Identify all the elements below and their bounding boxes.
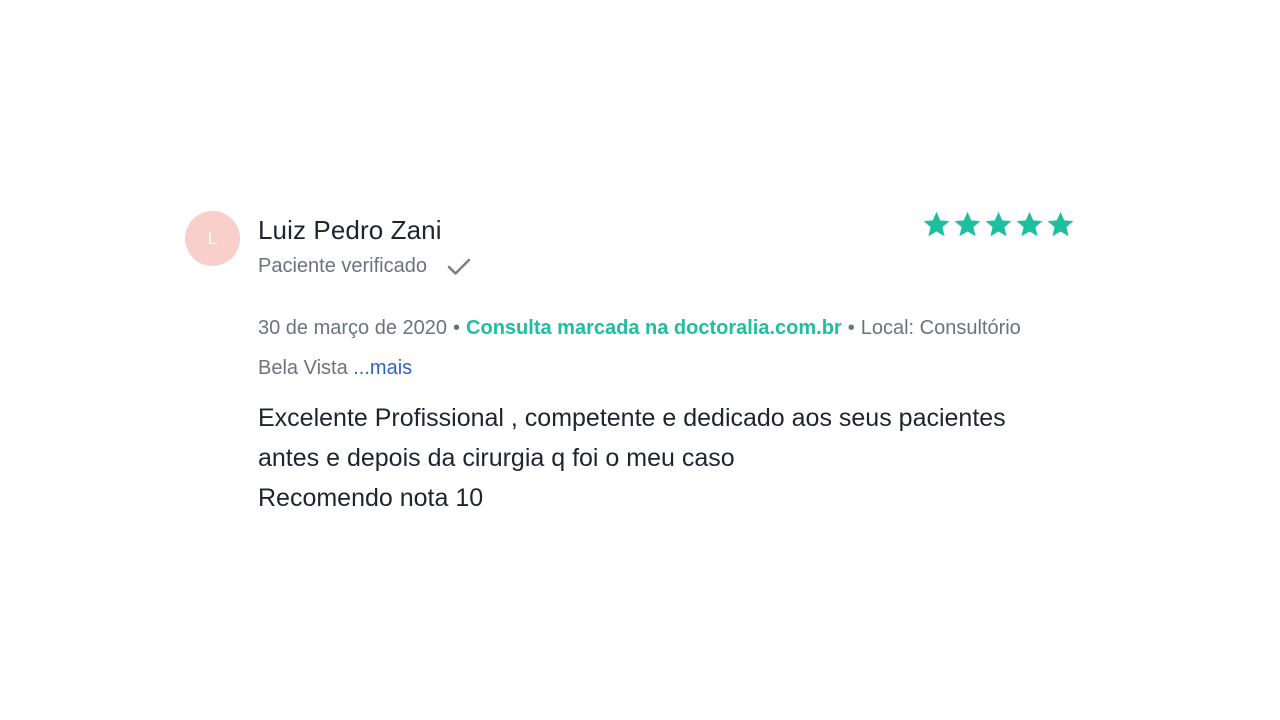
review-author: Luiz Pedro Zani [258, 215, 442, 245]
review-meta: 30 de março de 2020 • Consulta marcada na … [258, 308, 1078, 388]
star-icon [984, 210, 1013, 239]
star-icon [1046, 210, 1075, 239]
star-icon [1015, 210, 1044, 239]
review-text-line: antes e depois da cirurgia q foi o meu c… [258, 444, 735, 472]
separator: • [847, 317, 855, 339]
star-icon [922, 210, 951, 239]
star-icon [953, 210, 982, 239]
review-text-line: Excelente Profissional , competente e de… [258, 404, 1006, 432]
separator: • [453, 317, 461, 339]
avatar: L [185, 211, 240, 266]
booking-source: Consulta marcada na doctoralia.com.br [466, 317, 842, 339]
verified-label: Paciente verificado [258, 255, 427, 277]
check-icon [445, 256, 473, 278]
location-name: Bela Vista [258, 357, 348, 379]
review-date: 30 de março de 2020 [258, 317, 448, 339]
review-text-line: Recomendo nota 10 [258, 484, 484, 512]
verified-status: Paciente verificado [258, 255, 473, 278]
location-label: Local: Consultório [860, 317, 1021, 339]
avatar-initial: L [207, 228, 218, 248]
star-rating [922, 210, 1075, 239]
more-link[interactable]: ...mais [353, 357, 412, 379]
review-text: Excelente Profissional , competente e de… [258, 398, 1078, 518]
